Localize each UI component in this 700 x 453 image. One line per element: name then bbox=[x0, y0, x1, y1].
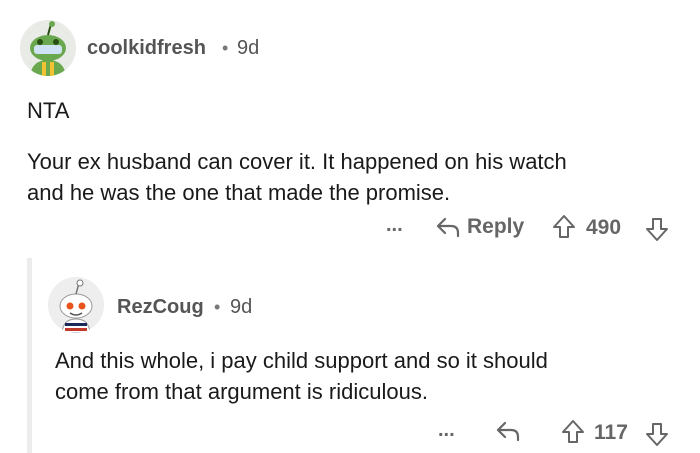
reply-label: Reply bbox=[467, 215, 525, 238]
meta-separator: • bbox=[214, 297, 221, 317]
meta-separator: • bbox=[222, 38, 229, 58]
comment-age: 9d bbox=[237, 37, 260, 59]
downvote-button[interactable] bbox=[645, 421, 669, 447]
downvote-button[interactable] bbox=[645, 216, 669, 242]
downvote-arrow-icon bbox=[646, 423, 668, 446]
reply-button[interactable] bbox=[495, 420, 521, 442]
reply-arrow-icon bbox=[436, 217, 460, 238]
thread-line bbox=[27, 258, 32, 453]
reply-age: 9d bbox=[230, 296, 253, 318]
more-options-button[interactable]: ... bbox=[438, 419, 455, 442]
snoo-avatar-icon bbox=[20, 20, 76, 76]
more-options-button[interactable]: ... bbox=[386, 214, 403, 237]
upvote-button[interactable] bbox=[552, 214, 576, 240]
comment-body-line: and he was the one that made the promise… bbox=[27, 180, 451, 205]
vote-score: 117 bbox=[594, 421, 628, 444]
upvote-button[interactable] bbox=[561, 419, 585, 445]
comment-username[interactable]: coolkidfresh bbox=[87, 37, 206, 60]
comment-body-line: Your ex husband can cover it. It happene… bbox=[27, 149, 567, 174]
vote-score: 490 bbox=[586, 216, 622, 239]
reply-button[interactable]: Reply bbox=[435, 215, 524, 239]
upvote-arrow-icon bbox=[553, 215, 575, 238]
snoo-avatar-icon bbox=[48, 277, 104, 333]
reply-username[interactable]: RezCoug bbox=[117, 296, 204, 319]
upvote-arrow-icon bbox=[562, 420, 584, 443]
downvote-arrow-icon bbox=[646, 218, 668, 241]
comment-verdict: NTA bbox=[27, 98, 70, 123]
reply-arrow-icon bbox=[496, 421, 520, 442]
reply-body-line: And this whole, i pay child support and … bbox=[55, 348, 548, 373]
reply-user-avatar[interactable] bbox=[48, 277, 104, 333]
reply-body-line: come from that argument is ridiculous. bbox=[55, 379, 428, 404]
user-avatar[interactable] bbox=[20, 20, 76, 76]
